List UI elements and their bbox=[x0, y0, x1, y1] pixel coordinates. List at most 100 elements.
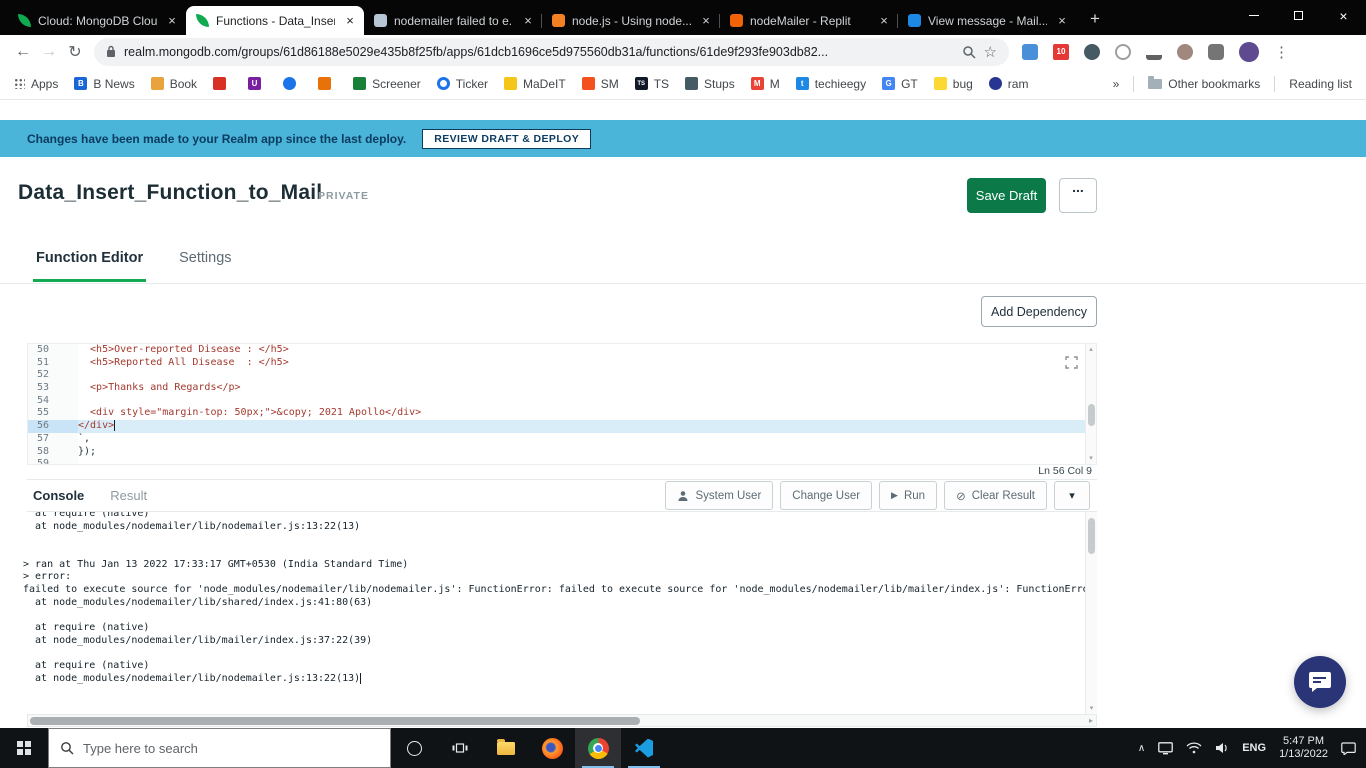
address-bar[interactable]: realm.mongodb.com/groups/61d86188e5029e4… bbox=[94, 38, 1009, 66]
bookmark-item[interactable]: U bbox=[248, 77, 267, 90]
display-icon[interactable] bbox=[1158, 742, 1173, 755]
scroll-down-icon[interactable]: ▾ bbox=[1086, 704, 1097, 713]
chat-widget-button[interactable] bbox=[1294, 656, 1346, 708]
clear-result-button[interactable]: ⊘ Clear Result bbox=[944, 481, 1047, 510]
extension-icon[interactable] bbox=[1022, 44, 1038, 60]
bookmark-item[interactable]: TSTS bbox=[635, 77, 669, 91]
extensions-puzzle-icon[interactable] bbox=[1208, 44, 1224, 60]
start-button[interactable] bbox=[0, 728, 48, 768]
system-user-button[interactable]: System User bbox=[665, 481, 773, 510]
code-line[interactable]: 58}); bbox=[28, 446, 1096, 459]
tab-function-editor[interactable]: Function Editor bbox=[33, 250, 146, 282]
tab-close-icon[interactable]: × bbox=[1054, 13, 1070, 29]
bookmark-item[interactable]: SM bbox=[582, 77, 619, 91]
task-view-button[interactable] bbox=[437, 728, 483, 768]
scroll-down-icon[interactable]: ▾ bbox=[1086, 454, 1096, 463]
firefox-button[interactable] bbox=[529, 728, 575, 768]
bookmark-item[interactable] bbox=[283, 77, 302, 90]
horizontal-scroll-thumb[interactable] bbox=[30, 717, 640, 725]
tab-close-icon[interactable]: × bbox=[342, 13, 358, 29]
tab-close-icon[interactable]: × bbox=[698, 13, 714, 29]
tab-close-icon[interactable]: × bbox=[164, 13, 180, 29]
volume-icon[interactable] bbox=[1215, 742, 1229, 754]
language-indicator[interactable]: ENG bbox=[1242, 742, 1266, 754]
bookmark-item[interactable]: ttechieegy bbox=[796, 77, 866, 91]
browser-tab-functions-active[interactable]: Functions - Data_Inser... × bbox=[186, 6, 364, 35]
bookmark-item[interactable]: bug bbox=[934, 77, 973, 91]
code-line[interactable]: 53 <p>Thanks and Regards</p> bbox=[28, 382, 1096, 395]
console-scroll-thumb[interactable] bbox=[1088, 518, 1095, 554]
browser-menu-icon[interactable]: ⋮ bbox=[1274, 43, 1289, 61]
review-draft-deploy-button[interactable]: REVIEW DRAFT & DEPLOY bbox=[422, 129, 591, 149]
back-icon[interactable]: ← bbox=[10, 43, 36, 61]
other-bookmarks-button[interactable]: Other bookmarks bbox=[1148, 77, 1260, 91]
run-button[interactable]: ▶ Run bbox=[879, 481, 937, 510]
vscode-button[interactable] bbox=[621, 728, 667, 768]
window-minimize-button[interactable] bbox=[1231, 0, 1276, 31]
browser-tab-stackoverflow[interactable]: node.js - Using node... × bbox=[542, 6, 720, 35]
zoom-icon[interactable] bbox=[962, 45, 976, 59]
console-output[interactable]: at require (native) at node_modules/node… bbox=[23, 512, 1085, 714]
bookmark-item[interactable]: MM bbox=[751, 77, 780, 91]
cortana-button[interactable] bbox=[391, 728, 437, 768]
more-options-button[interactable]: ... bbox=[1059, 178, 1097, 213]
network-wifi-icon[interactable] bbox=[1186, 742, 1202, 754]
tab-close-icon[interactable]: × bbox=[520, 13, 536, 29]
extension-icon[interactable] bbox=[1146, 44, 1162, 60]
taskbar-search-box[interactable]: Type here to search bbox=[48, 728, 391, 768]
bookmark-item[interactable]: MaDeIT bbox=[504, 77, 566, 91]
scroll-up-icon[interactable]: ▴ bbox=[1086, 345, 1096, 354]
tab-console[interactable]: Console bbox=[33, 488, 84, 503]
code-line[interactable]: 51 <h5>Reported All Disease : </h5> bbox=[28, 357, 1096, 370]
bookmark-item[interactable]: Book bbox=[151, 77, 197, 91]
notification-center-icon[interactable] bbox=[1341, 742, 1356, 755]
hidden-icons-chevron[interactable]: ∧ bbox=[1138, 743, 1145, 754]
tab-result[interactable]: Result bbox=[110, 488, 147, 503]
browser-tab-mail[interactable]: View message - Mail... × bbox=[898, 6, 1076, 35]
extension-icon[interactable] bbox=[1084, 44, 1100, 60]
editor-scroll-thumb[interactable] bbox=[1088, 404, 1095, 426]
code-line[interactable]: 50 <h5>Over-reported Disease : </h5> bbox=[28, 344, 1096, 357]
chrome-button[interactable] bbox=[575, 728, 621, 768]
forward-icon[interactable]: → bbox=[36, 43, 62, 61]
reload-icon[interactable]: ↻ bbox=[62, 42, 88, 62]
browser-tab-nodemailer[interactable]: nodemailer failed to e... × bbox=[364, 6, 542, 35]
profile-avatar[interactable] bbox=[1239, 42, 1259, 62]
horizontal-scrollbar[interactable]: ▸ bbox=[27, 714, 1097, 727]
bookmark-item[interactable]: Stups bbox=[685, 77, 735, 91]
code-line[interactable]: 57`, bbox=[28, 433, 1096, 446]
bookmark-item[interactable]: BB News bbox=[74, 77, 134, 91]
bookmark-star-icon[interactable]: ☆ bbox=[984, 43, 997, 61]
new-tab-button[interactable]: + bbox=[1082, 6, 1108, 32]
bookmark-item[interactable] bbox=[318, 77, 337, 90]
run-options-dropdown[interactable]: ▾ bbox=[1054, 481, 1090, 510]
extension-icon[interactable] bbox=[1177, 44, 1193, 60]
bookmark-item[interactable]: GGT bbox=[882, 77, 918, 91]
add-dependency-button[interactable]: Add Dependency bbox=[981, 296, 1097, 327]
bookmark-item[interactable]: ram bbox=[989, 77, 1029, 91]
code-line[interactable]: 59 bbox=[28, 458, 1096, 465]
taskbar-clock[interactable]: 5:47 PM 1/13/2022 bbox=[1279, 735, 1328, 761]
extension-badge-icon[interactable]: 10 bbox=[1053, 44, 1069, 60]
editor-scrollbar[interactable]: ▴ ▾ bbox=[1085, 344, 1096, 464]
console-scrollbar[interactable]: ▾ bbox=[1085, 512, 1097, 714]
tab-settings[interactable]: Settings bbox=[176, 250, 234, 282]
code-line[interactable]: 54 bbox=[28, 395, 1096, 408]
bookmarks-overflow-chevron[interactable]: » bbox=[1113, 77, 1120, 91]
scroll-right-icon[interactable]: ▸ bbox=[1089, 716, 1093, 725]
expand-editor-icon[interactable] bbox=[1065, 356, 1078, 369]
apps-shortcut[interactable]: Apps bbox=[14, 77, 58, 91]
browser-tab-replit[interactable]: nodeMailer - Replit × bbox=[720, 6, 898, 35]
browser-tab-mongodb-cloud[interactable]: Cloud: MongoDB Clou... × bbox=[8, 6, 186, 35]
bookmark-item[interactable]: Screener bbox=[353, 77, 421, 91]
bookmark-item[interactable] bbox=[213, 77, 232, 90]
code-line[interactable]: 55 <div style="margin-top: 50px;">&copy;… bbox=[28, 407, 1096, 420]
code-line-active[interactable]: 56</div> bbox=[28, 420, 1096, 433]
file-explorer-button[interactable] bbox=[483, 728, 529, 768]
reading-list-button[interactable]: Reading list bbox=[1289, 77, 1352, 91]
code-line[interactable]: 52 bbox=[28, 369, 1096, 382]
tab-close-icon[interactable]: × bbox=[876, 13, 892, 29]
window-close-button[interactable]: × bbox=[1321, 0, 1366, 31]
save-draft-button[interactable]: Save Draft bbox=[967, 178, 1046, 213]
change-user-button[interactable]: Change User bbox=[780, 481, 872, 510]
